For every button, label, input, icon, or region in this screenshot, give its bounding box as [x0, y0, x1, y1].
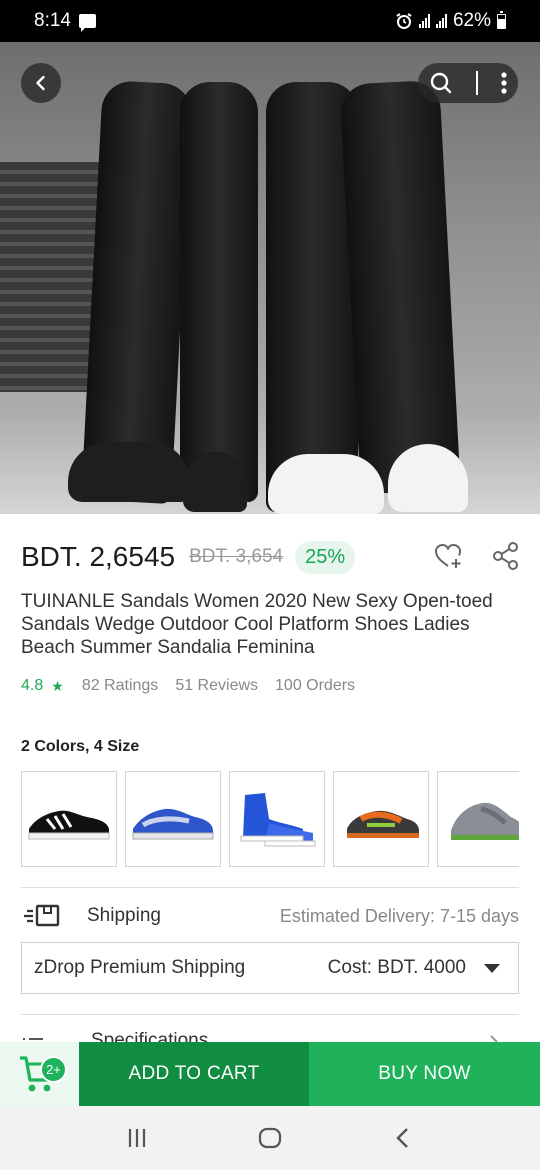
back-icon	[396, 1128, 409, 1148]
discount-badge: 25%	[295, 540, 356, 574]
shipping-method: zDrop Premium Shipping	[34, 957, 246, 978]
variant-swatch[interactable]	[437, 771, 519, 867]
cart-count-badge: 2+	[40, 1056, 67, 1083]
pant-leg	[339, 79, 461, 495]
original-price: BDT. 3,654	[189, 546, 284, 567]
rating-score: 4.8	[21, 677, 44, 694]
more-options-icon[interactable]	[501, 72, 507, 94]
shoe	[183, 452, 247, 512]
battery-icon	[497, 10, 506, 29]
black-white-sneaker-icon	[28, 810, 110, 840]
toolbar-pill	[418, 63, 518, 103]
variant-swatch[interactable]	[21, 771, 117, 867]
shipping-icon	[24, 904, 60, 927]
search-icon[interactable]	[429, 71, 453, 95]
home-button[interactable]	[250, 1118, 290, 1158]
cart-button[interactable]: 2+	[0, 1042, 79, 1106]
rating-row[interactable]: 4.8 ★ 82 Ratings 51 Reviews 100 Orders	[21, 677, 372, 695]
orders-count: 100 Orders	[275, 677, 356, 694]
alarm-icon	[396, 13, 412, 29]
system-back-button[interactable]	[383, 1118, 423, 1158]
shoe	[268, 454, 384, 514]
shipping-label: Shipping	[87, 905, 161, 926]
blue-high-top-sneaker-icon	[240, 793, 316, 847]
status-left: 8:14	[34, 10, 96, 32]
product-title: TUINANLE Sandals Women 2020 New Sexy Ope…	[21, 591, 493, 658]
dropdown-caret-icon	[484, 963, 500, 973]
chevron-left-icon	[36, 75, 45, 91]
toolbar-divider	[475, 71, 478, 95]
variant-swatch[interactable]	[229, 771, 325, 867]
system-navigation-bar	[0, 1106, 540, 1170]
shoe	[68, 442, 190, 502]
add-to-cart-button[interactable]: ADD TO CART	[79, 1042, 309, 1106]
divider	[21, 887, 519, 888]
star-icon: ★	[51, 677, 64, 694]
status-right: 62%	[395, 10, 506, 32]
back-button[interactable]	[21, 63, 61, 103]
share-icon[interactable]	[491, 541, 521, 571]
message-notification-icon	[78, 14, 96, 32]
product-image[interactable]	[0, 42, 540, 514]
divider	[21, 1014, 519, 1015]
home-icon	[258, 1127, 282, 1149]
shipping-method-select[interactable]: zDrop Premium Shipping Cost: BDT. 4000	[21, 942, 519, 994]
signal-icon-2	[435, 14, 447, 28]
bottom-action-bar: 2+ ADD TO CART BUY NOW	[0, 1042, 540, 1106]
reviews-count: 51 Reviews	[175, 677, 259, 694]
variant-swatches	[21, 771, 519, 867]
variant-swatch[interactable]	[333, 771, 429, 867]
current-price: BDT. 2,6545	[21, 541, 176, 572]
status-bar: 8:14 62%	[0, 0, 540, 42]
orange-green-sneaker-icon	[347, 810, 419, 838]
shipping-row: Shipping Estimated Delivery: 7-15 days	[21, 900, 519, 932]
price-row: BDT. 2,6545 BDT. 3,654 25%	[21, 537, 521, 577]
add-to-wishlist-icon[interactable]	[433, 541, 463, 571]
blue-gray-sneaker-icon	[132, 808, 214, 840]
gray-green-sneaker-icon	[451, 802, 519, 840]
pant-leg	[180, 82, 258, 502]
price-actions	[433, 541, 521, 571]
specifications-row[interactable]: Specifications	[21, 1024, 519, 1044]
signal-icon-1	[418, 14, 430, 28]
shipping-cost: Cost: BDT. 4000	[327, 957, 466, 978]
battery-percent: 62%	[452, 10, 491, 31]
variant-swatch[interactable]	[125, 771, 221, 867]
ratings-count: 82 Ratings	[81, 677, 159, 694]
status-time: 8:14	[34, 10, 71, 31]
recent-apps-icon	[128, 1129, 145, 1147]
variants-label: 2 Colors, 4 Size	[21, 738, 140, 755]
recent-apps-button[interactable]	[117, 1118, 157, 1158]
estimated-delivery: Estimated Delivery: 7-15 days	[279, 905, 519, 926]
buy-now-button[interactable]: BUY NOW	[309, 1042, 540, 1106]
